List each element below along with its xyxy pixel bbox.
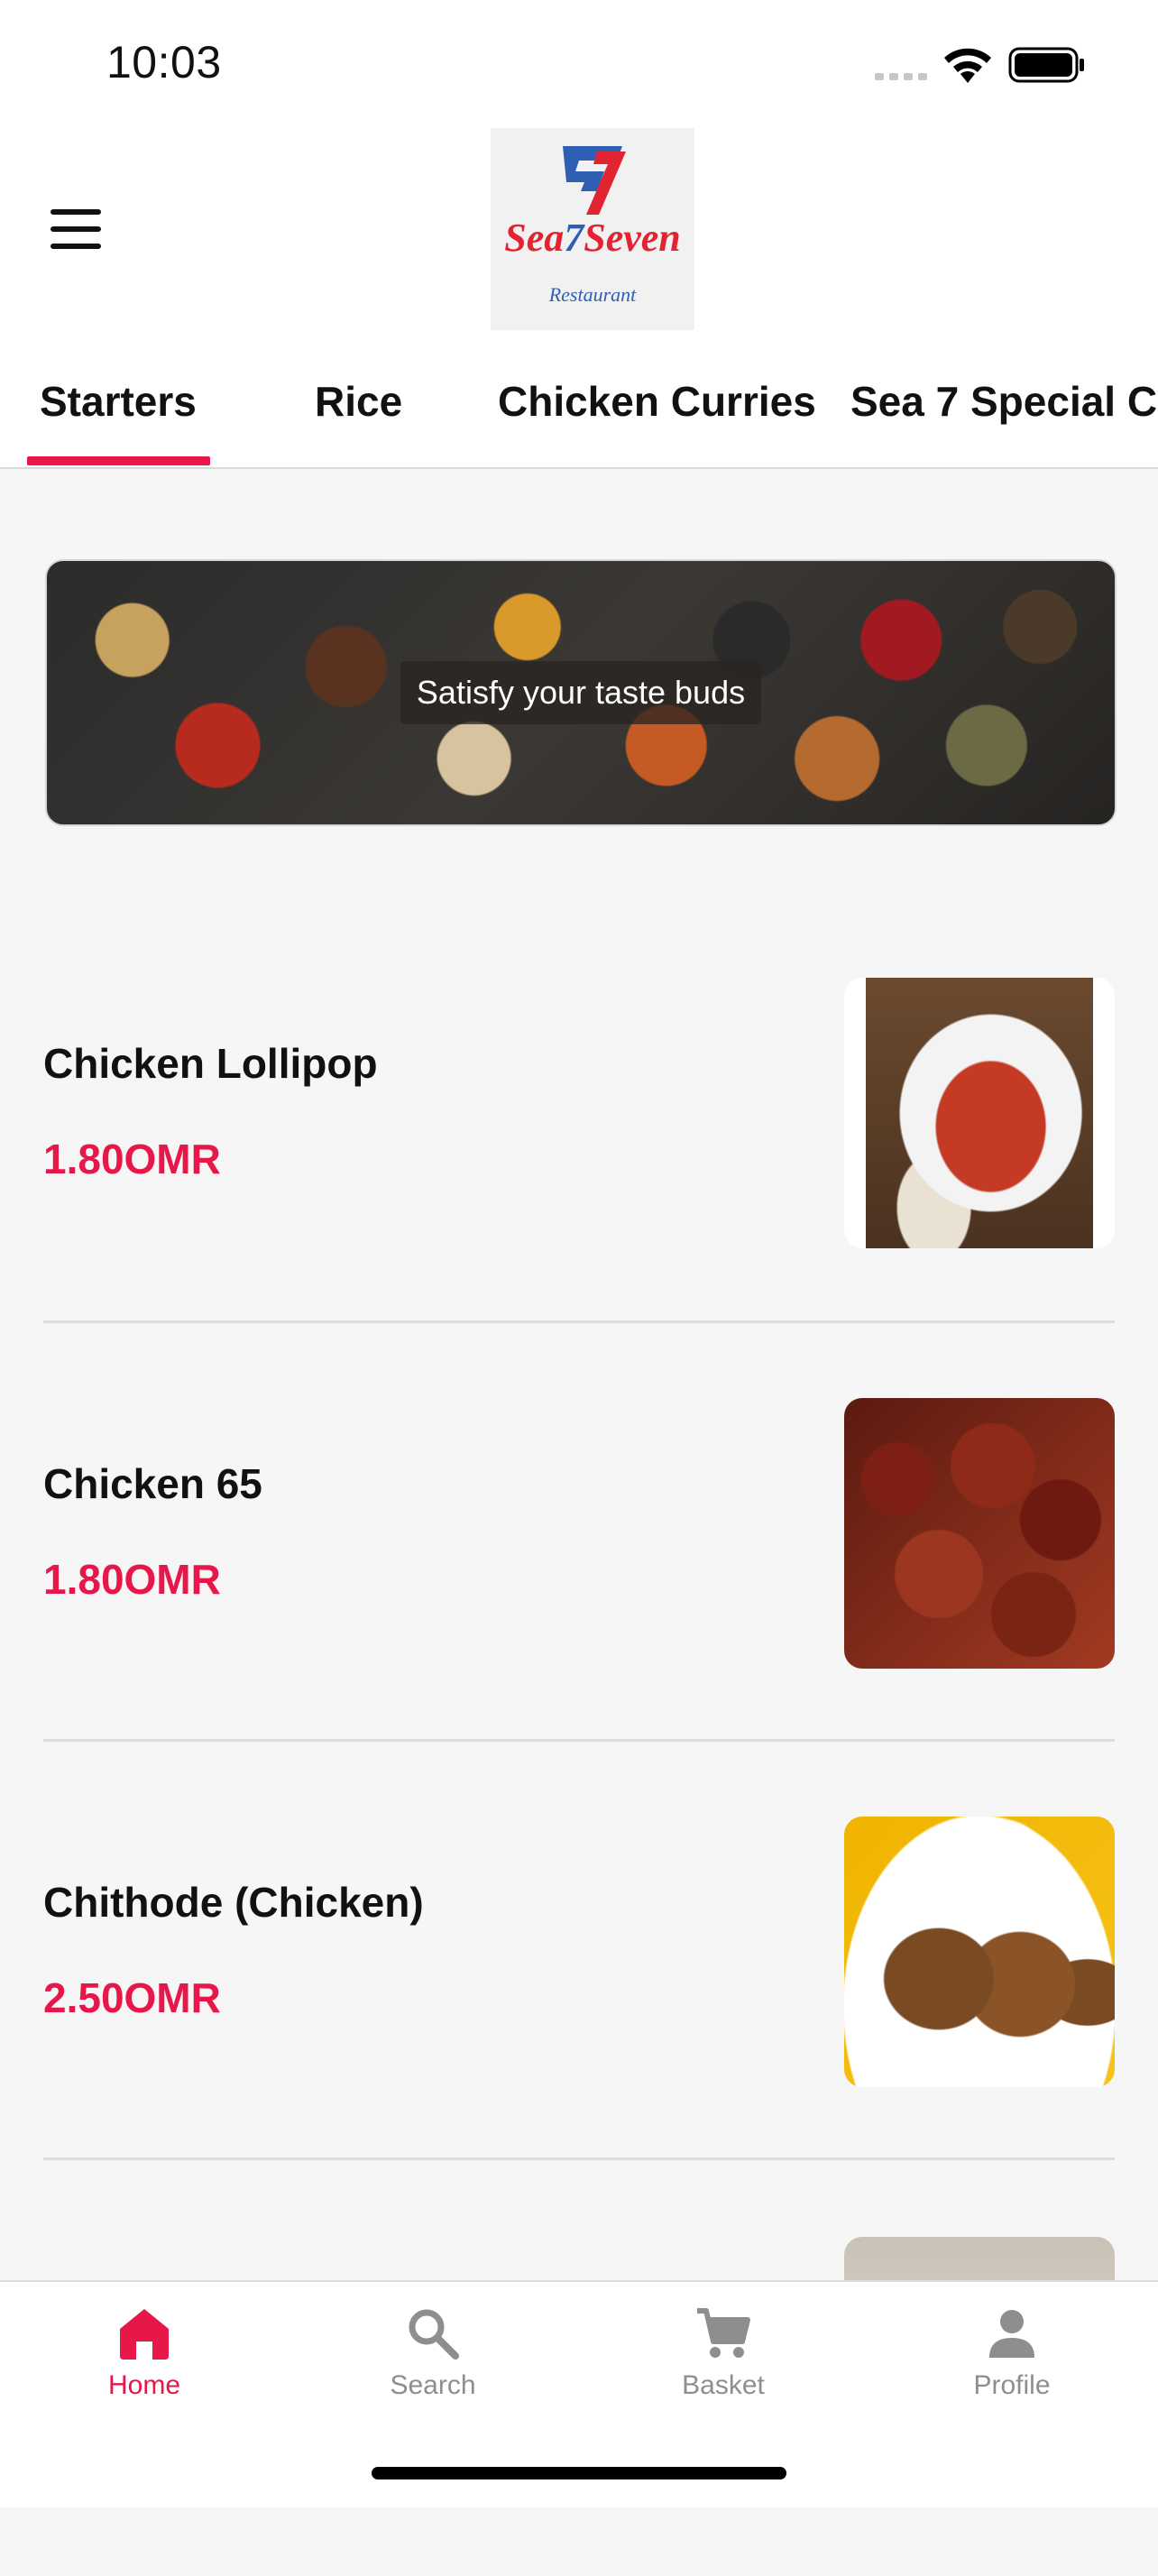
restaurant-logo: Sea7Seven Restaurant [491, 128, 694, 330]
home-indicator [372, 2467, 786, 2479]
category-tabs: Starters Rice Chicken Curries Sea 7 Spec… [0, 334, 1158, 469]
battery-icon [1008, 47, 1084, 83]
status-bar: 10:03 [0, 0, 1158, 126]
logo-mark-icon [563, 146, 626, 215]
promo-banner[interactable]: Satisfy your taste buds [45, 559, 1117, 826]
search-icon [409, 2309, 459, 2360]
item-name: Chicken 65 [43, 1460, 262, 1507]
tab-rice[interactable]: Rice [315, 377, 402, 426]
item-photo [844, 1817, 1115, 2087]
nav-label: Basket [682, 2370, 765, 2400]
hamburger-menu-icon[interactable] [51, 209, 101, 249]
logo-subtitle: Restaurant [548, 283, 637, 306]
active-tab-indicator [27, 456, 210, 465]
nav-label: Profile [973, 2370, 1051, 2400]
signal-icon [875, 73, 927, 80]
nav-home[interactable]: Home [54, 2305, 234, 2401]
app-header: Sea7Seven Restaurant [0, 126, 1158, 334]
item-price: 2.50OMR [43, 1974, 221, 2021]
menu-item[interactable]: Chicken Lollipop 1.80OMR [43, 902, 1115, 1323]
cart-icon [697, 2308, 750, 2358]
item-name: Chicken Lollipop [43, 1040, 378, 1087]
status-time: 10:03 [106, 37, 222, 87]
logo-text: Sea7Seven [504, 216, 681, 260]
home-icon [120, 2309, 169, 2360]
item-price: 1.80OMR [43, 1136, 221, 1182]
item-price: 1.80OMR [43, 1556, 221, 1603]
nav-search[interactable]: Search [343, 2305, 523, 2401]
tab-chicken-curries[interactable]: Chicken Curries [498, 377, 816, 426]
menu-item[interactable]: Chicken 65 1.80OMR [43, 1320, 1115, 1742]
wifi-icon [944, 48, 991, 83]
nav-profile[interactable]: Profile [922, 2305, 1102, 2401]
nav-basket[interactable]: Basket [633, 2305, 813, 2401]
tab-sea7-special-chicken[interactable]: Sea 7 Special Chicken [850, 377, 1158, 426]
item-photo [844, 1398, 1115, 1669]
item-name: Chithode (Chicken) [43, 1879, 424, 1926]
nav-label: Home [107, 2370, 181, 2400]
menu-item[interactable]: Chithode (Chicken) 2.50OMR [43, 1739, 1115, 2160]
nav-label: Search [390, 2370, 476, 2400]
profile-icon [989, 2310, 1034, 2358]
banner-caption: Satisfy your taste buds [400, 661, 762, 724]
item-photo [844, 978, 1115, 1248]
tab-starters[interactable]: Starters [40, 377, 197, 426]
